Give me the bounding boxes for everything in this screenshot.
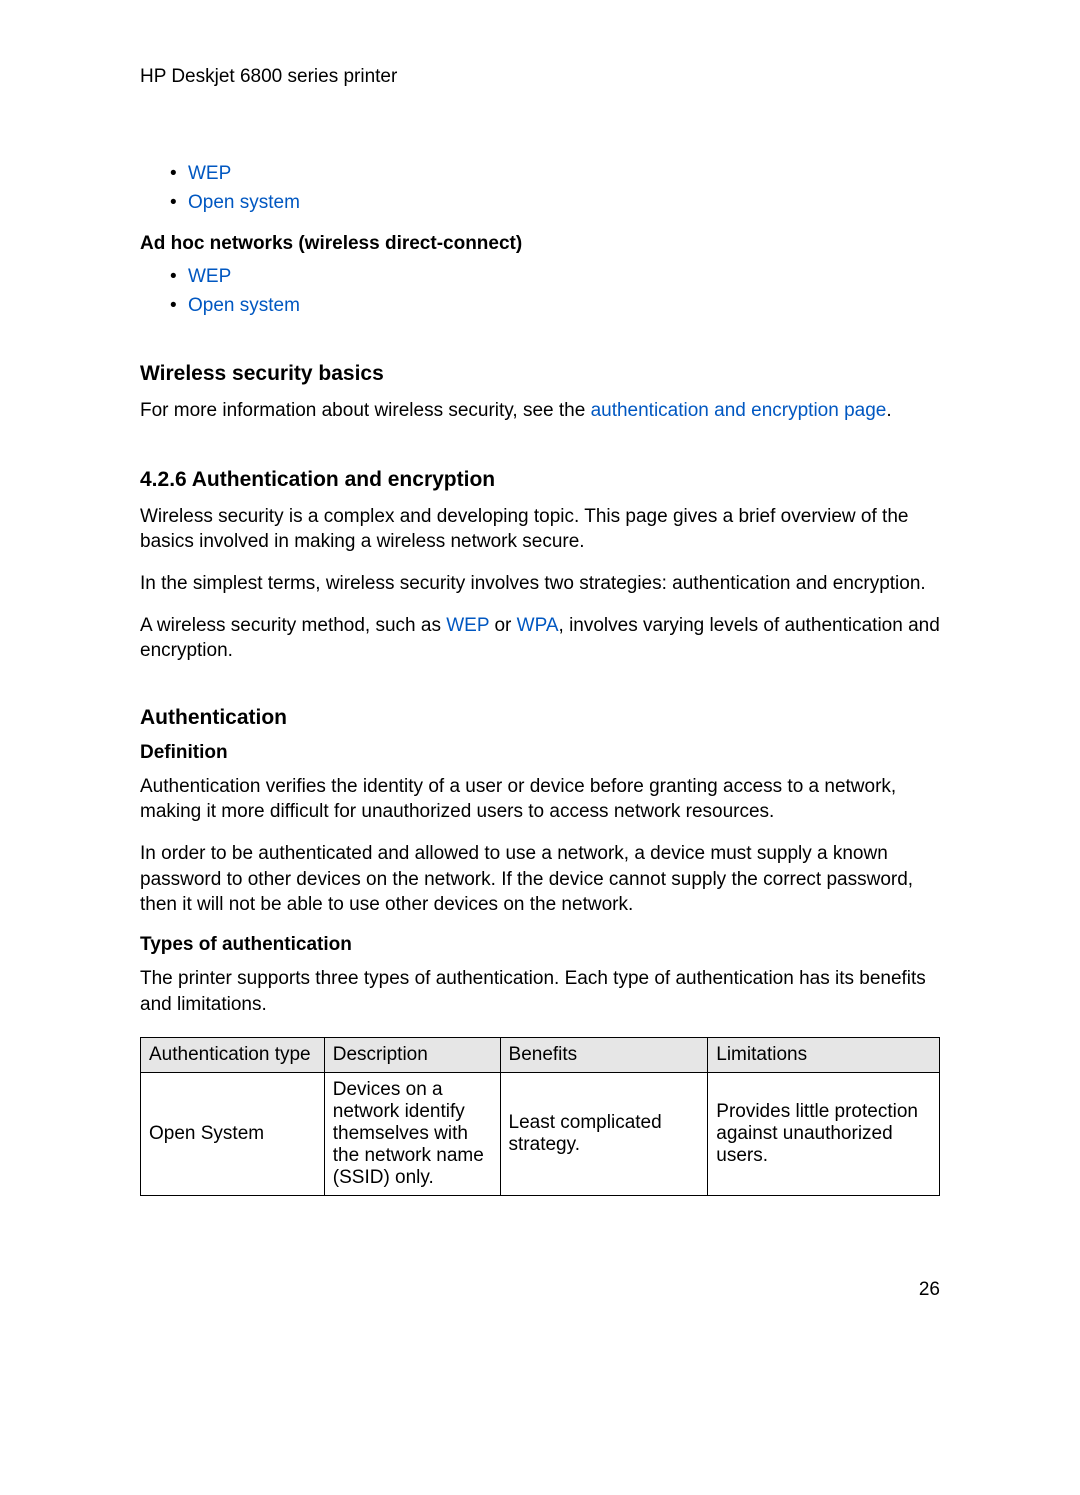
auth-encryption-page-link[interactable]: authentication and encryption page	[591, 400, 887, 421]
section-426-heading: 4.2.6 Authentication and encryption	[140, 468, 940, 492]
body-text-span: or	[489, 615, 516, 636]
list-item: WEP	[170, 263, 940, 292]
table-row: Open System Devices on a network identif…	[141, 1073, 940, 1196]
adhoc-heading: Ad hoc networks (wireless direct-connect…	[140, 233, 940, 255]
list-item: Open system	[170, 189, 940, 218]
list-item: WEP	[170, 160, 940, 189]
table-header-description: Description	[324, 1038, 500, 1073]
table-header-benefits: Benefits	[500, 1038, 708, 1073]
running-header: HP Deskjet 6800 series printer	[140, 66, 940, 88]
types-paragraph: The printer supports three types of auth…	[140, 966, 940, 1017]
table-cell-type: Open System	[141, 1073, 325, 1196]
definition-label: Definition	[140, 742, 940, 764]
wep-inline-link[interactable]: WEP	[446, 615, 489, 636]
table-cell-benefits: Least complicated strategy.	[500, 1073, 708, 1196]
wireless-security-basics-heading: Wireless security basics	[140, 362, 940, 386]
body-text-span: For more information about wireless secu…	[140, 400, 591, 421]
top-link-list: WEP Open system	[140, 160, 940, 217]
wpa-inline-link[interactable]: WPA	[517, 615, 559, 636]
page-number: 26	[919, 1279, 940, 1301]
table-header-row: Authentication type Description Benefits…	[141, 1038, 940, 1073]
wireless-basics-text: For more information about wireless secu…	[140, 398, 940, 424]
body-text-span: A wireless security method, such as	[140, 615, 446, 636]
body-text-span: .	[886, 400, 891, 421]
wep-link-adhoc[interactable]: WEP	[188, 266, 231, 287]
section-426-p1: Wireless security is a complex and devel…	[140, 504, 940, 555]
authentication-types-table: Authentication type Description Benefits…	[140, 1037, 940, 1196]
adhoc-link-list: WEP Open system	[140, 263, 940, 320]
authentication-def-p2: In order to be authenticated and allowed…	[140, 841, 940, 918]
table-cell-limitations: Provides little protection against unaut…	[708, 1073, 940, 1196]
section-426-p3: A wireless security method, such as WEP …	[140, 613, 940, 664]
section-426-p2: In the simplest terms, wireless security…	[140, 571, 940, 597]
types-label: Types of authentication	[140, 934, 940, 956]
table-cell-description: Devices on a network identify themselves…	[324, 1073, 500, 1196]
open-system-link[interactable]: Open system	[188, 192, 300, 213]
wep-link[interactable]: WEP	[188, 163, 231, 184]
list-item: Open system	[170, 292, 940, 321]
authentication-heading: Authentication	[140, 706, 940, 730]
open-system-link-adhoc[interactable]: Open system	[188, 295, 300, 316]
authentication-def-p1: Authentication verifies the identity of …	[140, 774, 940, 825]
table-header-type: Authentication type	[141, 1038, 325, 1073]
table-header-limitations: Limitations	[708, 1038, 940, 1073]
